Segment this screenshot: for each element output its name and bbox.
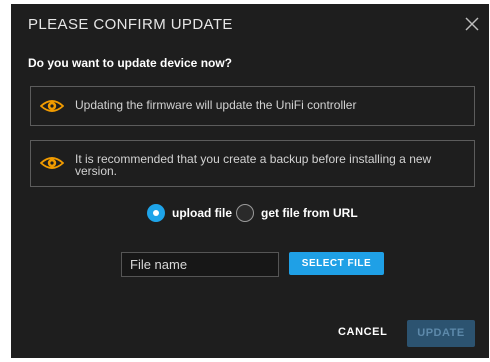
confirm-update-dialog: PLEASE CONFIRM UPDATE Do you want to upd… (11, 4, 489, 358)
eye-icon (40, 154, 64, 172)
firmware-notice: Updating the firmware will update the Un… (30, 86, 475, 126)
radio-selected-indicator[interactable] (147, 204, 165, 222)
cancel-button[interactable]: CANCEL (338, 326, 387, 338)
radio-unselected-indicator[interactable] (236, 204, 254, 222)
dialog-title: PLEASE CONFIRM UPDATE (28, 16, 233, 33)
close-icon (464, 16, 480, 32)
backup-notice: It is recommended that you create a back… (30, 140, 475, 187)
notice-text: It is recommended that you create a back… (75, 152, 432, 178)
file-name-input[interactable] (121, 252, 279, 277)
update-question: Do you want to update device now? (28, 56, 233, 70)
select-file-button[interactable]: SELECT FILE (289, 252, 384, 275)
eye-icon (40, 97, 64, 115)
notice-text: Updating the firmware will update the Un… (75, 98, 357, 112)
get-file-from-url-label[interactable]: get file from URL (261, 206, 358, 220)
update-button[interactable]: UPDATE (407, 320, 475, 347)
upload-file-label[interactable]: upload file (172, 206, 232, 220)
close-button[interactable] (464, 16, 480, 32)
